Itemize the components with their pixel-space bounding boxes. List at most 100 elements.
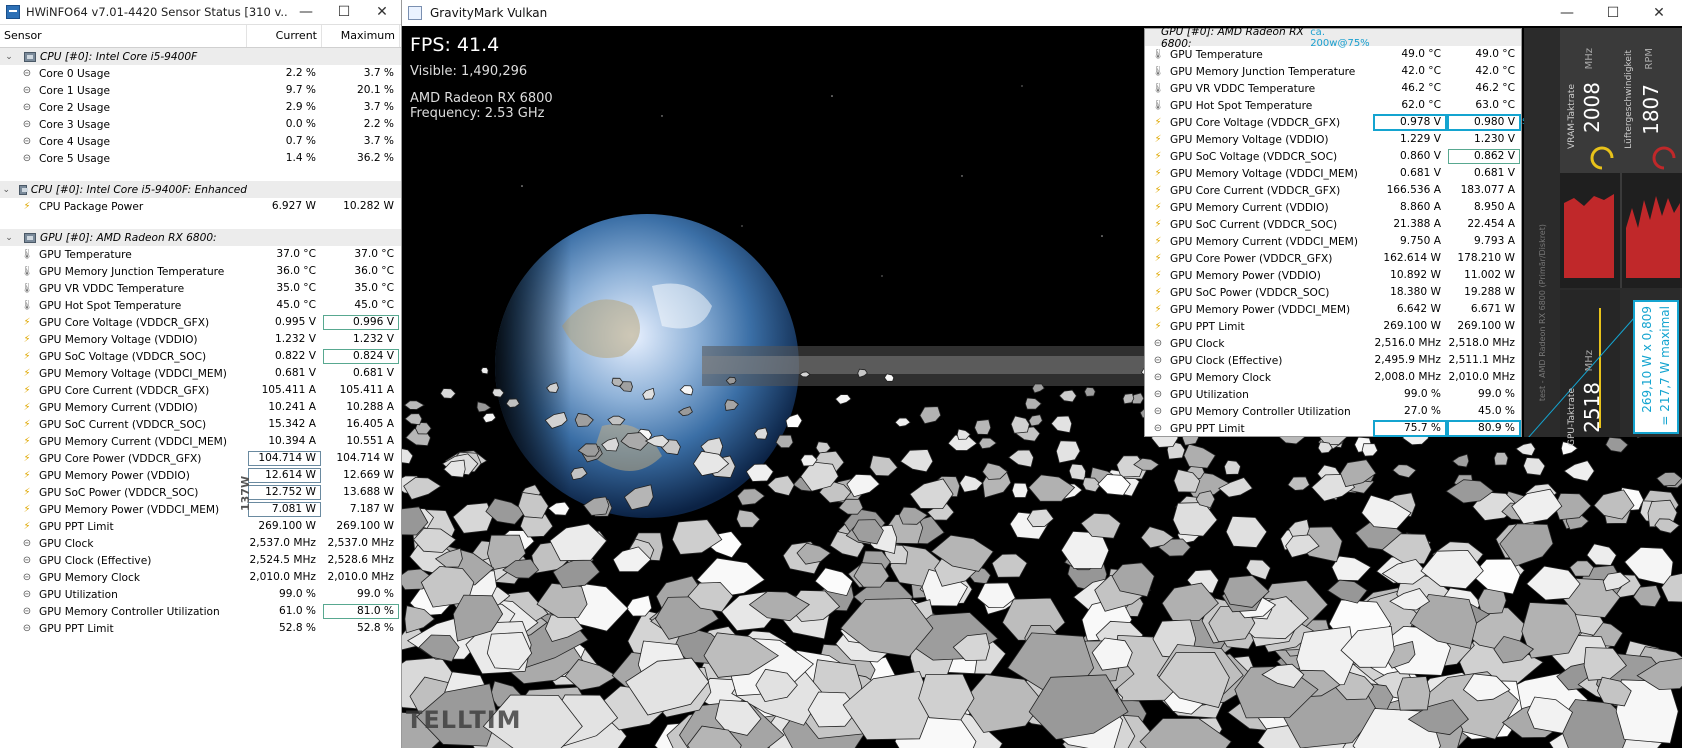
close-button[interactable]: ✕ bbox=[363, 0, 401, 24]
sensor-row[interactable]: ⚡ GPU Core Current (VDDCR_GFX) 105.411 A 10… bbox=[0, 382, 401, 399]
sensor-name: CPU Package Power bbox=[39, 200, 144, 213]
sensor-row[interactable]: 🌡 GPU Temperature 37.0 °C 37.0 °C bbox=[0, 246, 401, 263]
minimize-button[interactable]: — bbox=[287, 0, 325, 24]
overlay-sensor-row: ⊝ GPU Utilization 99.0 % 99.0 % bbox=[1145, 386, 1521, 403]
column-sensor[interactable]: Sensor bbox=[0, 25, 247, 47]
sensor-row[interactable]: ⚡ GPU Core Power (VDDCR_GFX) 104.714 W 104.… bbox=[0, 450, 401, 467]
overlay-sensor-row: ⊝ GPU Clock (Effective) 2,495.9 MHz 2,511.1… bbox=[1145, 352, 1521, 369]
sensor-current-value: 2.9 % bbox=[285, 101, 316, 113]
voltage-icon: ⚡ bbox=[23, 452, 31, 464]
sensor-row[interactable]: ⚡ GPU SoC Current (VDDCR_SOC) 15.342 A 16.4… bbox=[0, 416, 401, 433]
sensor-current-value: 1.232 V bbox=[275, 333, 316, 345]
sensor-row[interactable]: ⊝ Core 2 Usage 2.9 % 3.7 % bbox=[0, 99, 401, 116]
sensor-row[interactable]: ⚡ CPU Package Power 6.927 W 10.282 W bbox=[0, 198, 401, 215]
overlay-max-value: 178.210 W bbox=[1457, 252, 1515, 264]
sensor-name-cell: ⊝ Core 0 Usage bbox=[0, 68, 247, 80]
sensor-current-value: 104.714 W bbox=[247, 450, 322, 467]
sensor-row[interactable]: ⊝ Core 5 Usage 1.4 % 36.2 % bbox=[0, 150, 401, 167]
sensor-name: GPU SoC Current (VDDCR_SOC) bbox=[39, 418, 207, 431]
overlay-group-header: GPU [#0]: AMD Radeon RX 6800: ca. 200w@75… bbox=[1145, 26, 1521, 50]
minimize-button[interactable]: — bbox=[1544, 1, 1590, 25]
sensor-current-value: 7.081 W bbox=[247, 501, 322, 518]
voltage-icon: ⚡ bbox=[1154, 252, 1162, 264]
overlay-max-value: 2,511.1 MHz bbox=[1448, 354, 1515, 366]
sensor-row[interactable]: ⊝ GPU Clock 2,537.0 MHz 2,537.0 MHz bbox=[0, 535, 401, 552]
sensor-row[interactable]: ⊝ Core 4 Usage 0.7 % 3.7 % bbox=[0, 133, 401, 150]
sensor-row[interactable]: ⚡ GPU Memory Current (VDDIO) 10.241 A 10.28… bbox=[0, 399, 401, 416]
sensor-row[interactable]: ⚡ GPU Memory Power (VDDCI_MEM) 7.081 W 7.18… bbox=[0, 501, 401, 518]
sensor-name: GPU SoC Voltage (VDDCR_SOC) bbox=[39, 350, 207, 363]
sensor-name-cell: ⚡ GPU Core Power (VDDCR_GFX) bbox=[0, 453, 247, 465]
sensor-row[interactable]: 🌡 GPU Memory Junction Temperature 36.0 °C 3… bbox=[0, 263, 401, 280]
chevron-down-icon[interactable]: ⌄ bbox=[2, 185, 11, 195]
overlay-max-value: 11.002 W bbox=[1464, 269, 1515, 281]
maximize-button[interactable]: ☐ bbox=[325, 0, 363, 24]
empty-cell bbox=[322, 229, 400, 246]
sensor-row[interactable]: ⚡ GPU Core Voltage (VDDCR_GFX) 0.995 V 0.99… bbox=[0, 314, 401, 331]
voltage-icon: ⚡ bbox=[23, 367, 31, 379]
sensor-row[interactable]: ⚡ GPU Memory Voltage (VDDIO) 1.232 V 1.232 … bbox=[0, 331, 401, 348]
sensor-row[interactable]: 🌡 GPU VR VDDC Temperature 35.0 °C 35.0 °C bbox=[0, 280, 401, 297]
sensor-current-value: 10.241 A bbox=[268, 401, 316, 413]
sensor-current-value: 0.681 V bbox=[275, 367, 316, 379]
sensor-group-row[interactable]: ⌄ CPU [#0]: Intel Core i5-9400F bbox=[0, 48, 401, 65]
sensor-row[interactable]: ⊝ GPU Memory Clock 2,010.0 MHz 2,010.0 MHz bbox=[0, 569, 401, 586]
sensor-max-value: 37.0 °C bbox=[354, 248, 394, 260]
sensor-row[interactable]: ⊝ GPU PPT Limit 52.8 % 52.8 % bbox=[0, 620, 401, 637]
overlay-sensor-name-cell: ⚡ GPU Memory Current (VDDIO) bbox=[1145, 202, 1373, 214]
sensor-row[interactable]: ⚡ GPU PPT Limit 269.100 W 269.100 W bbox=[0, 518, 401, 535]
sensor-group-row[interactable]: ⌄ CPU [#0]: Intel Core i5-9400F: Enhanced bbox=[0, 181, 401, 198]
sensor-current-value: 9.7 % bbox=[285, 84, 316, 96]
sensor-max-value: 81.0 % bbox=[322, 603, 400, 620]
overlay-sensor-row: ⊝ GPU Memory Controller Utilization 27.0 %… bbox=[1145, 403, 1521, 420]
sensor-row[interactable]: ⊝ Core 1 Usage 9.7 % 20.1 % bbox=[0, 82, 401, 99]
sensor-row[interactable]: ⚡ GPU Memory Current (VDDCI_MEM) 10.394 A 1… bbox=[0, 433, 401, 450]
overlay-sensor-name-cell: 🌡 GPU VR VDDC Temperature bbox=[1145, 83, 1373, 95]
voltage-icon: ⚡ bbox=[23, 333, 31, 345]
sensor-group-label: GPU [#0]: AMD Radeon RX 6800: bbox=[40, 231, 217, 244]
overlay-sensor-name: GPU SoC Current (VDDCR_SOC) bbox=[1170, 218, 1338, 231]
sensor-name-cell: ⚡ GPU SoC Power (VDDCR_SOC) bbox=[0, 487, 247, 499]
sensor-max-value: 36.0 °C bbox=[354, 265, 394, 277]
overlay-sensor-row: ⚡ GPU Memory Current (VDDCI_MEM) 9.750 A 9.… bbox=[1145, 233, 1521, 250]
chevron-down-icon[interactable]: ⌄ bbox=[2, 233, 16, 243]
overlay-sensor-name-cell: ⊝ GPU Memory Clock bbox=[1145, 372, 1373, 384]
sensor-name-cell: ⚡ GPU SoC Current (VDDCR_SOC) bbox=[0, 419, 247, 431]
hud-frequency: Frequency: 2.53 GHz bbox=[410, 106, 545, 121]
column-current[interactable]: Current bbox=[247, 25, 322, 47]
sensor-row[interactable]: ⊝ GPU Clock (Effective) 2,524.5 MHz 2,528.6… bbox=[0, 552, 401, 569]
sensor-table: ⌄ CPU [#0]: Intel Core i5-9400F ⊝ Core 0 Us… bbox=[0, 48, 401, 637]
overlay-sensor-name-cell: ⚡ GPU Memory Power (VDDCI_MEM) bbox=[1145, 304, 1373, 316]
overlay-max-value: 99.0 % bbox=[1477, 388, 1515, 400]
sensor-row[interactable]: ⚡ GPU Memory Voltage (VDDCI_MEM) 0.681 V 0.… bbox=[0, 365, 401, 382]
overlay-sensor-name: GPU PPT Limit bbox=[1170, 320, 1245, 333]
overlay-max-value: 42.0 °C bbox=[1475, 65, 1515, 77]
vram-unit: MHz bbox=[1584, 48, 1595, 70]
overlay-max-value: 22.454 A bbox=[1467, 218, 1515, 230]
close-button[interactable]: ✕ bbox=[1636, 1, 1682, 25]
sensor-row[interactable]: ⚡ GPU SoC Voltage (VDDCR_SOC) 0.822 V 0.824… bbox=[0, 348, 401, 365]
sensor-row[interactable]: ⚡ GPU SoC Power (VDDCR_SOC) 12.752 W 13.688… bbox=[0, 484, 401, 501]
sensor-row[interactable]: ⊝ Core 3 Usage 0.0 % 2.2 % bbox=[0, 116, 401, 133]
sensor-name-cell: ⊝ Core 1 Usage bbox=[0, 85, 247, 97]
sensor-current-value: 36.0 °C bbox=[276, 265, 316, 277]
voltage-icon: ⚡ bbox=[1154, 286, 1162, 298]
sensor-current-value: 45.0 °C bbox=[276, 299, 316, 311]
gpu-clock-label: GPU-Taktrate bbox=[1567, 388, 1577, 446]
clock-sensor-icon: ⊝ bbox=[1153, 422, 1163, 434]
sensor-row[interactable]: 🌡 GPU Hot Spot Temperature 45.0 °C 45.0 °C bbox=[0, 297, 401, 314]
hwinfo-app-icon bbox=[6, 5, 20, 19]
column-maximum[interactable]: Maximum bbox=[322, 25, 400, 47]
sensor-group-row[interactable]: ⌄ GPU [#0]: AMD Radeon RX 6800: bbox=[0, 229, 401, 246]
sensor-row[interactable]: ⊝ GPU Utilization 99.0 % 99.0 % bbox=[0, 586, 401, 603]
chevron-down-icon[interactable]: ⌄ bbox=[2, 52, 16, 62]
sensor-row[interactable]: ⊝ Core 0 Usage 2.2 % 3.7 % bbox=[0, 65, 401, 82]
overlay-current-value: 0.978 V bbox=[1373, 114, 1447, 131]
maximize-button[interactable]: ☐ bbox=[1590, 1, 1636, 25]
sensor-name: GPU PPT Limit bbox=[39, 622, 114, 635]
overlay-sensor-name-cell: ⚡ GPU Core Power (VDDCR_GFX) bbox=[1145, 253, 1373, 265]
sensor-row[interactable]: ⚡ GPU Memory Power (VDDIO) 12.614 W 12.669 … bbox=[0, 467, 401, 484]
sensor-current-value: 35.0 °C bbox=[276, 282, 316, 294]
sensor-row[interactable]: ⊝ GPU Memory Controller Utilization 61.0 %… bbox=[0, 603, 401, 620]
overlay-sensor-name: GPU Core Current (VDDCR_GFX) bbox=[1170, 184, 1341, 197]
